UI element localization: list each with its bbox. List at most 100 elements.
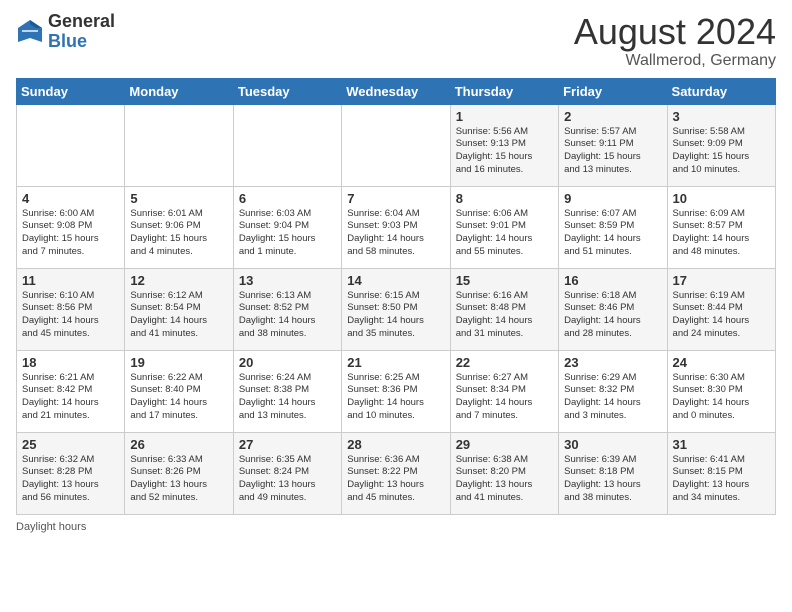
day-info: Sunrise: 6:41 AM Sunset: 8:15 PM Dayligh… [673, 454, 770, 505]
calendar-cell: 29 Sunrise: 6:38 AM Sunset: 8:20 PM Dayli… [450, 432, 558, 514]
calendar-cell: 12 Sunrise: 6:12 AM Sunset: 8:54 PM Dayli… [125, 268, 233, 350]
calendar-header-friday: Friday [559, 78, 667, 104]
day-info: Sunrise: 6:06 AM Sunset: 9:01 PM Dayligh… [456, 208, 553, 259]
day-number: 16 [564, 273, 661, 288]
day-info: Sunrise: 6:13 AM Sunset: 8:52 PM Dayligh… [239, 290, 336, 341]
calendar-week-3: 11Sunrise: 6:10 AM Sunset: 8:56 PM Dayli… [17, 268, 776, 350]
day-number: 11 [22, 273, 119, 288]
month-title: August 2024 [574, 12, 776, 52]
calendar-cell: 31 Sunrise: 6:41 AM Sunset: 8:15 PM Dayli… [667, 432, 775, 514]
calendar-cell: 30 Sunrise: 6:39 AM Sunset: 8:18 PM Dayli… [559, 432, 667, 514]
calendar-week-2: 4Sunrise: 6:00 AM Sunset: 9:08 PM Daylig… [17, 186, 776, 268]
calendar-cell: 18Sunrise: 6:21 AM Sunset: 8:42 PM Dayli… [17, 350, 125, 432]
day-number: 23 [564, 355, 661, 370]
logo-blue: Blue [48, 32, 115, 52]
day-info: Sunrise: 6:12 AM Sunset: 8:54 PM Dayligh… [130, 290, 227, 341]
day-number: 17 [673, 273, 770, 288]
calendar-cell: 8 Sunrise: 6:06 AM Sunset: 9:01 PM Daylig… [450, 186, 558, 268]
daylight-label: Daylight hours [16, 521, 86, 533]
calendar-header-saturday: Saturday [667, 78, 775, 104]
day-info: Sunrise: 6:24 AM Sunset: 8:38 PM Dayligh… [239, 372, 336, 423]
calendar-header-row: SundayMondayTuesdayWednesdayThursdayFrid… [17, 78, 776, 104]
day-info: Sunrise: 5:57 AM Sunset: 9:11 PM Dayligh… [564, 126, 661, 177]
footer-note: Daylight hours [16, 521, 776, 533]
day-number: 26 [130, 437, 227, 452]
day-number: 12 [130, 273, 227, 288]
calendar-cell [233, 104, 341, 186]
day-info: Sunrise: 6:09 AM Sunset: 8:57 PM Dayligh… [673, 208, 770, 259]
calendar-cell: 24Sunrise: 6:30 AM Sunset: 8:30 PM Dayli… [667, 350, 775, 432]
day-info: Sunrise: 6:18 AM Sunset: 8:46 PM Dayligh… [564, 290, 661, 341]
calendar-cell: 9 Sunrise: 6:07 AM Sunset: 8:59 PM Daylig… [559, 186, 667, 268]
day-info: Sunrise: 6:21 AM Sunset: 8:42 PM Dayligh… [22, 372, 119, 423]
day-number: 30 [564, 437, 661, 452]
day-info: Sunrise: 6:27 AM Sunset: 8:34 PM Dayligh… [456, 372, 553, 423]
calendar-cell: 17 Sunrise: 6:19 AM Sunset: 8:44 PM Dayli… [667, 268, 775, 350]
logo-general: General [48, 12, 115, 32]
calendar-cell: 27Sunrise: 6:35 AM Sunset: 8:24 PM Dayli… [233, 432, 341, 514]
calendar-cell: 11Sunrise: 6:10 AM Sunset: 8:56 PM Dayli… [17, 268, 125, 350]
calendar-header-wednesday: Wednesday [342, 78, 450, 104]
calendar: SundayMondayTuesdayWednesdayThursdayFrid… [16, 78, 776, 515]
calendar-cell: 23 Sunrise: 6:29 AM Sunset: 8:32 PM Dayli… [559, 350, 667, 432]
calendar-cell: 10Sunrise: 6:09 AM Sunset: 8:57 PM Dayli… [667, 186, 775, 268]
day-info: Sunrise: 6:15 AM Sunset: 8:50 PM Dayligh… [347, 290, 444, 341]
calendar-header-monday: Monday [125, 78, 233, 104]
calendar-cell [17, 104, 125, 186]
day-number: 24 [673, 355, 770, 370]
calendar-cell: 22Sunrise: 6:27 AM Sunset: 8:34 PM Dayli… [450, 350, 558, 432]
calendar-cell [125, 104, 233, 186]
calendar-cell: 13Sunrise: 6:13 AM Sunset: 8:52 PM Dayli… [233, 268, 341, 350]
day-info: Sunrise: 6:00 AM Sunset: 9:08 PM Dayligh… [22, 208, 119, 259]
calendar-cell: 21Sunrise: 6:25 AM Sunset: 8:36 PM Dayli… [342, 350, 450, 432]
day-number: 8 [456, 191, 553, 206]
day-info: Sunrise: 6:22 AM Sunset: 8:40 PM Dayligh… [130, 372, 227, 423]
calendar-header-tuesday: Tuesday [233, 78, 341, 104]
calendar-cell: 5 Sunrise: 6:01 AM Sunset: 9:06 PM Daylig… [125, 186, 233, 268]
calendar-cell: 15Sunrise: 6:16 AM Sunset: 8:48 PM Dayli… [450, 268, 558, 350]
header: General Blue August 2024 Wallmerod, Germ… [16, 12, 776, 70]
day-number: 3 [673, 109, 770, 124]
day-number: 6 [239, 191, 336, 206]
logo-text: General Blue [48, 12, 115, 52]
day-info: Sunrise: 6:07 AM Sunset: 8:59 PM Dayligh… [564, 208, 661, 259]
location: Wallmerod, Germany [574, 52, 776, 70]
page: General Blue August 2024 Wallmerod, Germ… [0, 0, 792, 612]
calendar-cell: 3 Sunrise: 5:58 AM Sunset: 9:09 PM Daylig… [667, 104, 775, 186]
calendar-cell: 7Sunrise: 6:04 AM Sunset: 9:03 PM Daylig… [342, 186, 450, 268]
day-number: 9 [564, 191, 661, 206]
day-info: Sunrise: 6:32 AM Sunset: 8:28 PM Dayligh… [22, 454, 119, 505]
day-number: 2 [564, 109, 661, 124]
calendar-cell: 28 Sunrise: 6:36 AM Sunset: 8:22 PM Dayli… [342, 432, 450, 514]
calendar-cell: 14 Sunrise: 6:15 AM Sunset: 8:50 PM Dayli… [342, 268, 450, 350]
day-number: 31 [673, 437, 770, 452]
day-info: Sunrise: 6:36 AM Sunset: 8:22 PM Dayligh… [347, 454, 444, 505]
day-info: Sunrise: 6:19 AM Sunset: 8:44 PM Dayligh… [673, 290, 770, 341]
day-info: Sunrise: 6:01 AM Sunset: 9:06 PM Dayligh… [130, 208, 227, 259]
day-info: Sunrise: 6:38 AM Sunset: 8:20 PM Dayligh… [456, 454, 553, 505]
day-info: Sunrise: 6:29 AM Sunset: 8:32 PM Dayligh… [564, 372, 661, 423]
day-number: 28 [347, 437, 444, 452]
calendar-cell: 2 Sunrise: 5:57 AM Sunset: 9:11 PM Daylig… [559, 104, 667, 186]
day-number: 7 [347, 191, 444, 206]
calendar-cell: 6 Sunrise: 6:03 AM Sunset: 9:04 PM Daylig… [233, 186, 341, 268]
day-number: 27 [239, 437, 336, 452]
day-info: Sunrise: 6:03 AM Sunset: 9:04 PM Dayligh… [239, 208, 336, 259]
day-info: Sunrise: 6:39 AM Sunset: 8:18 PM Dayligh… [564, 454, 661, 505]
calendar-week-1: 1Sunrise: 5:56 AM Sunset: 9:13 PM Daylig… [17, 104, 776, 186]
calendar-week-5: 25 Sunrise: 6:32 AM Sunset: 8:28 PM Dayli… [17, 432, 776, 514]
calendar-cell: 16 Sunrise: 6:18 AM Sunset: 8:46 PM Dayli… [559, 268, 667, 350]
day-info: Sunrise: 6:16 AM Sunset: 8:48 PM Dayligh… [456, 290, 553, 341]
day-number: 29 [456, 437, 553, 452]
day-info: Sunrise: 6:33 AM Sunset: 8:26 PM Dayligh… [130, 454, 227, 505]
day-info: Sunrise: 6:25 AM Sunset: 8:36 PM Dayligh… [347, 372, 444, 423]
day-number: 14 [347, 273, 444, 288]
day-number: 25 [22, 437, 119, 452]
day-number: 19 [130, 355, 227, 370]
day-number: 20 [239, 355, 336, 370]
day-number: 5 [130, 191, 227, 206]
calendar-cell: 1Sunrise: 5:56 AM Sunset: 9:13 PM Daylig… [450, 104, 558, 186]
calendar-header-sunday: Sunday [17, 78, 125, 104]
day-number: 1 [456, 109, 553, 124]
day-info: Sunrise: 5:58 AM Sunset: 9:09 PM Dayligh… [673, 126, 770, 177]
